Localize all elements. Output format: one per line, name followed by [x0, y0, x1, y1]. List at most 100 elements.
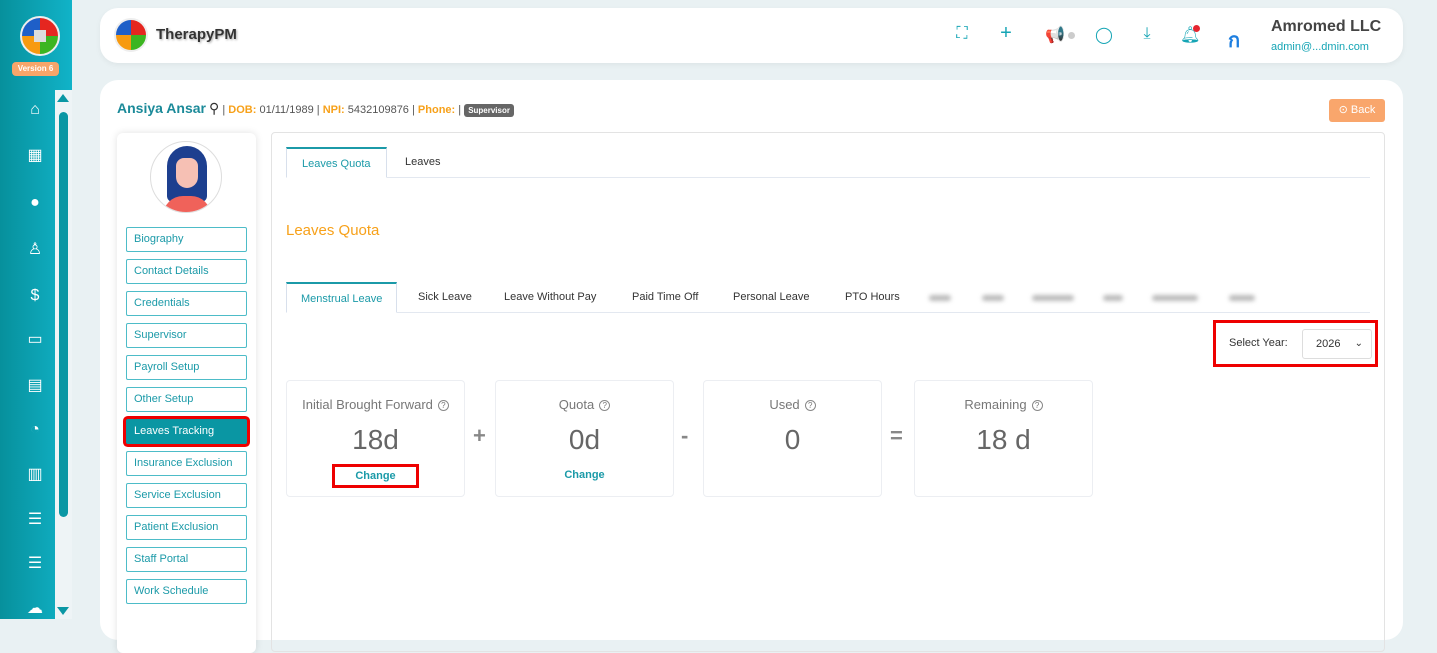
search-icon[interactable]: ⚲ — [209, 100, 219, 116]
year-select[interactable]: 2026 ⌄ — [1302, 329, 1372, 359]
card-value: 18d — [352, 424, 399, 455]
status-dot — [1068, 32, 1075, 39]
home-icon[interactable]: ⌂ — [24, 99, 46, 121]
chart-icon[interactable]: ▥ — [24, 464, 46, 486]
stat-card-remaining: Remaining? 18 d — [914, 380, 1093, 497]
tab-paid-time-off[interactable]: Paid Time Off — [632, 282, 698, 313]
tab-leaves-quota[interactable]: Leaves Quota — [286, 147, 387, 178]
payment-card-icon[interactable]: ▭ — [24, 329, 46, 351]
left-nav: Version 6 ⌂ ▦ ● ♙ $ ▭ ▤ ◔ ▥ ☰ ☰ ☁ — [0, 0, 72, 619]
scroll-up-icon[interactable] — [57, 94, 69, 102]
profile-menu-staff-portal[interactable]: Staff Portal — [126, 547, 247, 572]
change-button[interactable]: Change — [332, 464, 419, 488]
patient-icon[interactable]: ● — [24, 192, 46, 214]
operator: - — [681, 423, 689, 448]
stat-card-initial-brought-forward: Initial Brought Forward? 18d Change — [286, 380, 465, 497]
org-name[interactable]: Amromed LLC — [1271, 18, 1381, 36]
card-title: Used — [769, 397, 800, 412]
profile-menu-insurance-exclusion[interactable]: Insurance Exclusion — [126, 451, 247, 476]
profile-menu-biography[interactable]: Biography — [126, 227, 247, 252]
dob-value: 01/11/1989 — [259, 104, 314, 116]
chevron-down-icon: ⌄ — [1354, 338, 1363, 349]
patient-name: Ansiya Ansar — [117, 100, 206, 116]
upload-cloud-icon[interactable]: ☁ — [24, 598, 46, 620]
help-icon[interactable]: ? — [437, 400, 449, 411]
help-icon[interactable]: ? — [1031, 400, 1043, 411]
company-logo[interactable]: ก — [1228, 24, 1256, 52]
clock-icon[interactable]: ◔ — [24, 419, 46, 441]
scroll-down-icon[interactable] — [57, 607, 69, 615]
back-icon: ⊙ — [1338, 104, 1351, 116]
main-card: Ansiya Ansar ⚲ | DOB: 01/11/1989 | NPI: … — [100, 80, 1403, 653]
change-button[interactable]: Change — [542, 464, 626, 486]
staff-icon[interactable]: ♙ — [24, 239, 46, 261]
profile-menu-payroll-setup[interactable]: Payroll Setup — [126, 355, 247, 380]
operator: = — [890, 423, 903, 448]
profile-menu-credentials[interactable]: Credentials — [126, 291, 247, 316]
avatar — [150, 141, 222, 213]
patient-info: Ansiya Ansar ⚲ | DOB: 01/11/1989 | NPI: … — [117, 100, 514, 117]
section-title: Leaves Quota — [286, 222, 380, 239]
billing-icon[interactable]: $ — [24, 285, 46, 307]
select-year-label: Select Year: — [1229, 337, 1288, 349]
card-title: Remaining — [964, 397, 1027, 412]
blurred-tab[interactable] — [1032, 295, 1074, 301]
back-button[interactable]: ⊙ Back — [1329, 99, 1385, 122]
blurred-tab[interactable] — [1103, 295, 1123, 301]
select-year-highlight: Select Year: 2026 ⌄ — [1213, 320, 1378, 367]
report-file-icon[interactable]: ▤ — [24, 375, 46, 397]
help-icon[interactable]: ? — [804, 400, 816, 411]
profile-menu-work-schedule[interactable]: Work Schedule — [126, 579, 247, 604]
tab-leave-without-pay[interactable]: Leave Without Pay — [504, 282, 596, 313]
tab-menstrual-leave[interactable]: Menstrual Leave — [286, 282, 398, 313]
megaphone-icon[interactable]: 📢 — [1045, 25, 1065, 45]
content-panel: Leaves Quota Leaves Leaves Quota Menstru… — [271, 132, 1385, 652]
operator: + — [473, 423, 486, 448]
npi-value: 5432109876 — [347, 104, 409, 116]
profile-card: Biography Contact Details Credentials Super… — [117, 133, 256, 653]
leave-type-tabs: Menstrual Leave Sick Leave Leave Without… — [286, 282, 1370, 313]
profile-menu-leaves-tracking[interactable]: Leaves Tracking — [126, 419, 247, 444]
main-tabs: Leaves Quota Leaves — [286, 147, 1370, 178]
tab-sick-leave[interactable]: Sick Leave — [418, 282, 472, 313]
tab-personal-leave[interactable]: Personal Leave — [733, 282, 809, 313]
nav-scrollbar[interactable] — [55, 90, 72, 619]
top-header: TherapyPM ⛶ + 📢 ◯ ⤓ 🔔︎ ก Amromed LLC adm… — [100, 8, 1403, 63]
menu-icon[interactable]: ☰ — [24, 553, 46, 575]
blurred-tab[interactable] — [982, 295, 1004, 301]
download-icon[interactable]: ⤓ — [1137, 25, 1157, 43]
app-logo[interactable] — [114, 18, 148, 52]
app-name: TherapyPM — [156, 26, 237, 43]
role-badge: Supervisor — [464, 103, 514, 117]
app-logo[interactable] — [20, 16, 60, 56]
card-value: 0d — [568, 424, 601, 455]
blurred-tab[interactable] — [1152, 295, 1198, 301]
tab-leaves[interactable]: Leaves — [390, 147, 455, 178]
fullscreen-icon[interactable]: ⛶ — [952, 25, 972, 43]
tab-pto-hours[interactable]: PTO Hours — [845, 282, 900, 313]
notification-dot — [1193, 25, 1200, 32]
calendar-icon[interactable]: ▦ — [24, 145, 46, 167]
back-label: Back — [1350, 104, 1376, 116]
card-value: 18 d — [976, 424, 1031, 455]
chat-icon[interactable]: ◯ — [1094, 25, 1114, 45]
blurred-tab[interactable] — [1229, 295, 1255, 301]
add-icon[interactable]: + — [996, 22, 1016, 45]
profile-menu-contact-details[interactable]: Contact Details — [126, 259, 247, 284]
menu-icon[interactable]: ☰ — [24, 509, 46, 531]
npi-label: NPI: — [322, 104, 345, 116]
card-title: Initial Brought Forward — [302, 397, 433, 412]
year-value: 2026 — [1316, 338, 1341, 350]
card-value: 0 — [784, 424, 801, 455]
blurred-tab[interactable] — [929, 295, 951, 301]
card-title: Quota — [558, 397, 595, 412]
dob-label: DOB: — [228, 104, 257, 116]
user-email: admin@...dmin.com — [1271, 41, 1369, 53]
help-icon[interactable]: ? — [599, 400, 611, 411]
profile-menu-patient-exclusion[interactable]: Patient Exclusion — [126, 515, 247, 540]
stat-card-quota: Quota? 0d Change — [495, 380, 674, 497]
profile-menu-supervisor[interactable]: Supervisor — [126, 323, 247, 348]
scroll-thumb[interactable] — [59, 112, 68, 517]
profile-menu-service-exclusion[interactable]: Service Exclusion — [126, 483, 247, 508]
profile-menu-other-setup[interactable]: Other Setup — [126, 387, 247, 412]
